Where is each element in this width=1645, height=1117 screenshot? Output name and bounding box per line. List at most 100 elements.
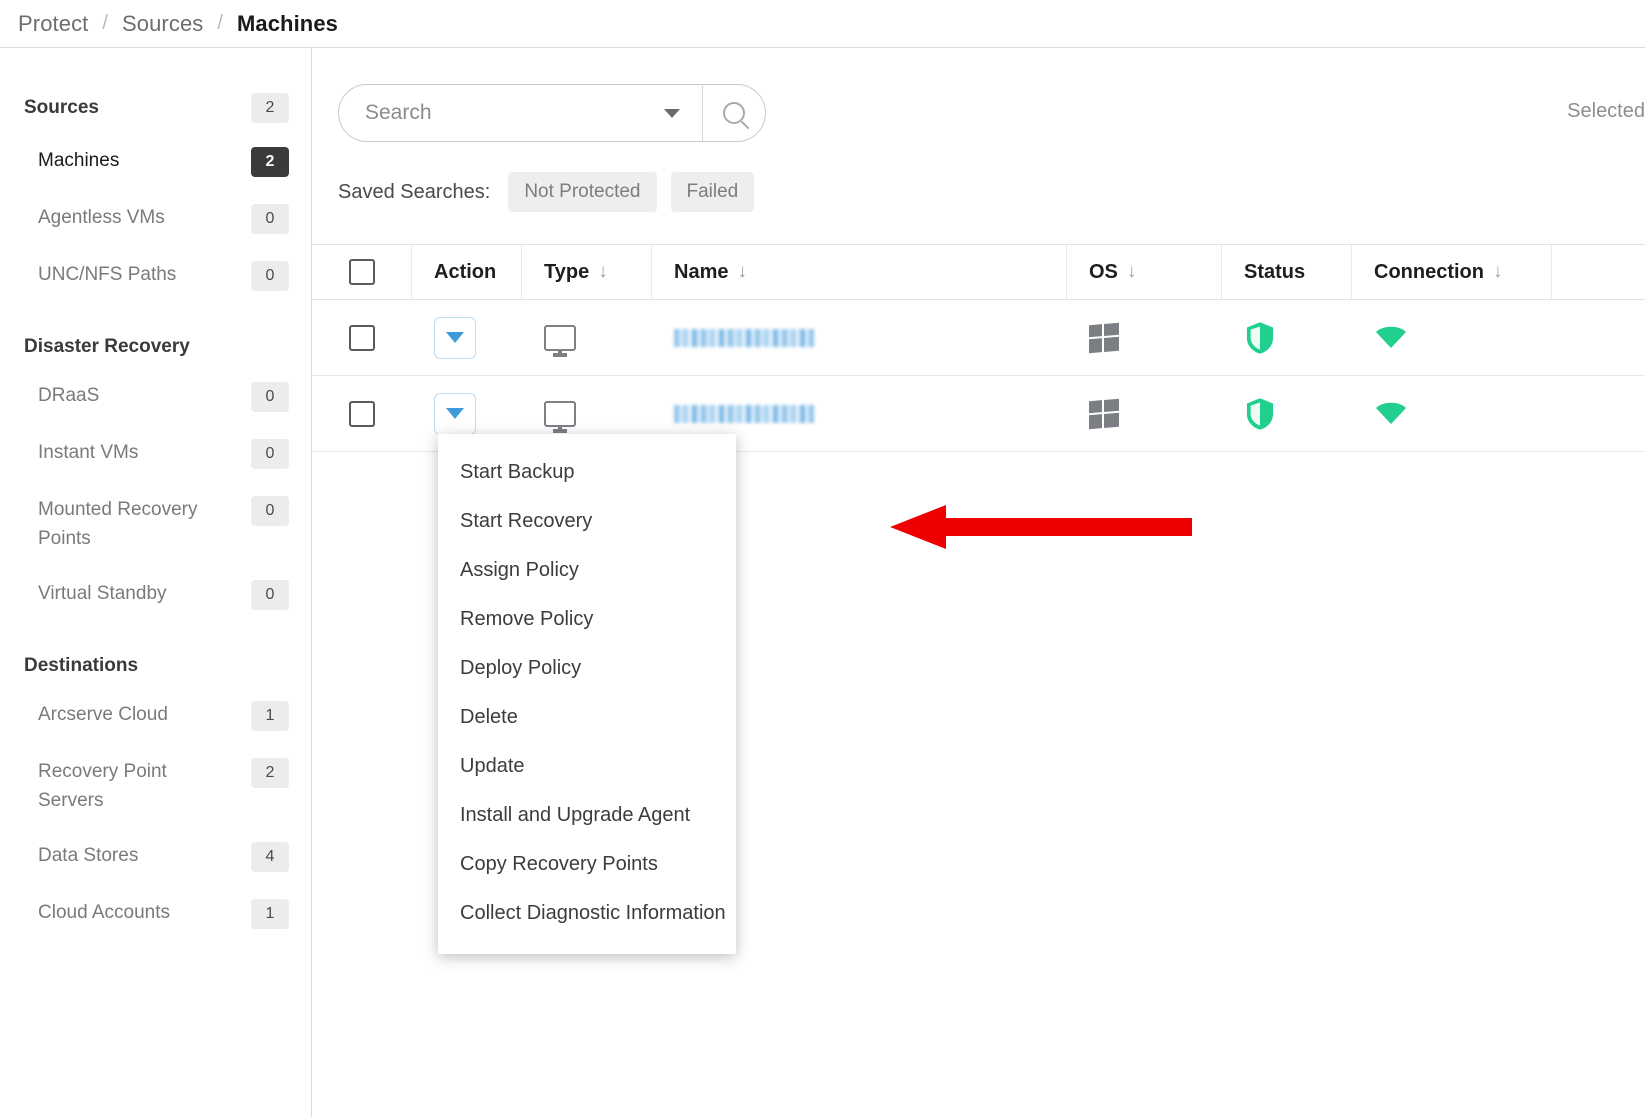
chevron-down-icon[interactable] xyxy=(664,108,680,118)
sort-arrow-icon[interactable]: ↓ xyxy=(1493,261,1503,283)
row-select-cell[interactable] xyxy=(312,300,412,376)
sidebar-item-count: 2 xyxy=(251,758,289,788)
sidebar-group-count: 2 xyxy=(251,93,289,123)
caret-down-icon xyxy=(446,408,464,419)
menu-item-copy-recovery-points[interactable]: Copy Recovery Points xyxy=(438,840,736,889)
search-bar[interactable] xyxy=(338,84,766,142)
monitor-icon xyxy=(544,324,576,351)
row-name-cell[interactable] xyxy=(652,300,1067,376)
row-os-cell xyxy=(1067,376,1222,452)
column-header-action[interactable]: Action xyxy=(412,244,522,300)
saved-searches: Saved Searches: Not Protected Failed xyxy=(312,142,1645,212)
sidebar-item-count: 2 xyxy=(251,147,289,177)
sort-arrow-icon[interactable]: ↓ xyxy=(1127,261,1137,283)
sidebar-item-count: 0 xyxy=(251,261,289,291)
menu-item-start-recovery[interactable]: Start Recovery xyxy=(438,497,736,546)
column-header-os[interactable]: OS ↓ xyxy=(1067,244,1222,300)
sidebar-item-instant-vms[interactable]: Instant VMs 0 xyxy=(0,425,311,482)
wifi-connected-icon xyxy=(1376,326,1406,348)
machine-name-redacted[interactable] xyxy=(674,404,814,423)
search-toolbar: Selected xyxy=(312,48,1645,142)
sidebar-item-label: Recovery Point Servers xyxy=(38,761,167,811)
column-label: Action xyxy=(434,260,497,283)
sidebar-item-count: 1 xyxy=(251,701,289,731)
machine-name-redacted[interactable] xyxy=(674,328,814,347)
sidebar-item-draas[interactable]: DRaaS 0 xyxy=(0,368,311,425)
breadcrumb-separator: / xyxy=(217,12,223,34)
breadcrumb-item-machines[interactable]: Machines xyxy=(237,11,338,37)
menu-item-collect-diagnostic-information[interactable]: Collect Diagnostic Information xyxy=(438,889,736,938)
menu-item-delete[interactable]: Delete xyxy=(438,693,736,742)
menu-item-deploy-policy[interactable]: Deploy Policy xyxy=(438,644,736,693)
sidebar-group-header-sources: Sources 2 xyxy=(0,82,311,133)
windows-icon xyxy=(1089,398,1119,429)
row-connection-cell xyxy=(1352,376,1552,452)
sidebar-item-label: Mounted Recovery Points xyxy=(38,499,198,549)
sidebar-item-virtual-standby[interactable]: Virtual Standby 0 xyxy=(0,566,311,623)
sidebar-group-sources: Sources 2 Machines 2 Agentless VMs 0 UNC… xyxy=(0,82,311,304)
row-select-cell[interactable] xyxy=(312,376,412,452)
menu-item-start-backup[interactable]: Start Backup xyxy=(438,448,736,497)
caret-down-icon xyxy=(446,332,464,343)
selected-count-label: Selected xyxy=(1567,100,1645,122)
breadcrumb-separator: / xyxy=(102,12,108,34)
row-os-cell xyxy=(1067,300,1222,376)
row-action-dropdown-button[interactable] xyxy=(434,392,476,435)
menu-item-update[interactable]: Update xyxy=(438,742,736,791)
sidebar-item-label: Cloud Accounts xyxy=(38,902,171,923)
column-header-type[interactable]: Type ↓ xyxy=(522,244,652,300)
row-action-menu[interactable]: Start Backup Start Recovery Assign Polic… xyxy=(438,434,736,954)
row-status-cell xyxy=(1222,300,1352,376)
menu-item-install-and-upgrade-agent[interactable]: Install and Upgrade Agent xyxy=(438,791,736,840)
column-header-status[interactable]: Status xyxy=(1222,244,1352,300)
saved-search-failed[interactable]: Failed xyxy=(670,172,755,212)
column-label: Connection xyxy=(1374,260,1484,283)
row-checkbox[interactable] xyxy=(349,324,375,351)
sidebar-item-label: Data Stores xyxy=(38,845,139,866)
sidebar-item-label: Arcserve Cloud xyxy=(38,704,168,725)
column-header-connection[interactable]: Connection ↓ xyxy=(1352,244,1552,300)
sort-arrow-icon[interactable]: ↓ xyxy=(598,261,608,283)
row-action-dropdown-button[interactable] xyxy=(434,316,476,359)
sidebar-item-label: UNC/NFS Paths xyxy=(38,264,177,285)
sidebar-item-cloud-accounts[interactable]: Cloud Accounts 1 xyxy=(0,885,311,942)
saved-search-not-protected[interactable]: Not Protected xyxy=(508,172,657,212)
main-content: Selected Saved Searches: Not Protected F… xyxy=(312,48,1645,1117)
select-all-header[interactable] xyxy=(312,244,412,300)
sort-arrow-icon[interactable]: ↓ xyxy=(737,261,747,283)
table-row[interactable] xyxy=(312,300,1645,376)
saved-searches-label: Saved Searches: xyxy=(338,180,491,203)
select-all-checkbox[interactable] xyxy=(348,259,375,285)
breadcrumb-item-sources[interactable]: Sources xyxy=(122,11,203,37)
sidebar-item-mounted-recovery-points[interactable]: Mounted Recovery Points 0 xyxy=(0,482,311,566)
wifi-connected-icon xyxy=(1376,402,1406,424)
sidebar-group-destinations: Destinations Arcserve Cloud 1 Recovery P… xyxy=(0,627,311,942)
search-submit-button[interactable] xyxy=(703,84,765,142)
search-input[interactable] xyxy=(339,101,664,125)
column-header-name[interactable]: Name ↓ xyxy=(652,244,1067,300)
sidebar-item-agentless-vms[interactable]: Agentless VMs 0 xyxy=(0,190,311,247)
menu-item-remove-policy[interactable]: Remove Policy xyxy=(438,595,736,644)
sidebar-item-unc-nfs-paths[interactable]: UNC/NFS Paths 0 xyxy=(0,247,311,304)
windows-icon xyxy=(1089,322,1119,353)
breadcrumb-item-protect[interactable]: Protect xyxy=(18,11,88,37)
row-status-cell xyxy=(1222,376,1352,452)
sidebar-item-data-stores[interactable]: Data Stores 4 xyxy=(0,828,311,885)
column-label: OS xyxy=(1089,260,1118,283)
sidebar-item-machines[interactable]: Machines 2 xyxy=(0,133,311,190)
menu-item-assign-policy[interactable]: Assign Policy xyxy=(438,546,736,595)
machines-table: Action Type ↓ Name ↓ OS ↓ Status Connect… xyxy=(312,244,1645,452)
sidebar-item-count: 0 xyxy=(251,204,289,234)
column-label: Status xyxy=(1244,260,1306,283)
row-checkbox[interactable] xyxy=(349,400,375,427)
sidebar-item-count: 4 xyxy=(251,842,289,872)
sidebar-item-label: Machines xyxy=(38,150,120,171)
sidebar: Sources 2 Machines 2 Agentless VMs 0 UNC… xyxy=(0,48,312,1117)
shield-protected-icon xyxy=(1246,321,1274,354)
sidebar-item-recovery-point-servers[interactable]: Recovery Point Servers 2 xyxy=(0,744,311,828)
row-action-cell[interactable] xyxy=(412,300,522,376)
sidebar-item-count: 1 xyxy=(251,899,289,929)
row-connection-cell xyxy=(1352,300,1552,376)
sidebar-item-label: Virtual Standby xyxy=(38,583,167,604)
sidebar-item-arcserve-cloud[interactable]: Arcserve Cloud 1 xyxy=(0,687,311,744)
